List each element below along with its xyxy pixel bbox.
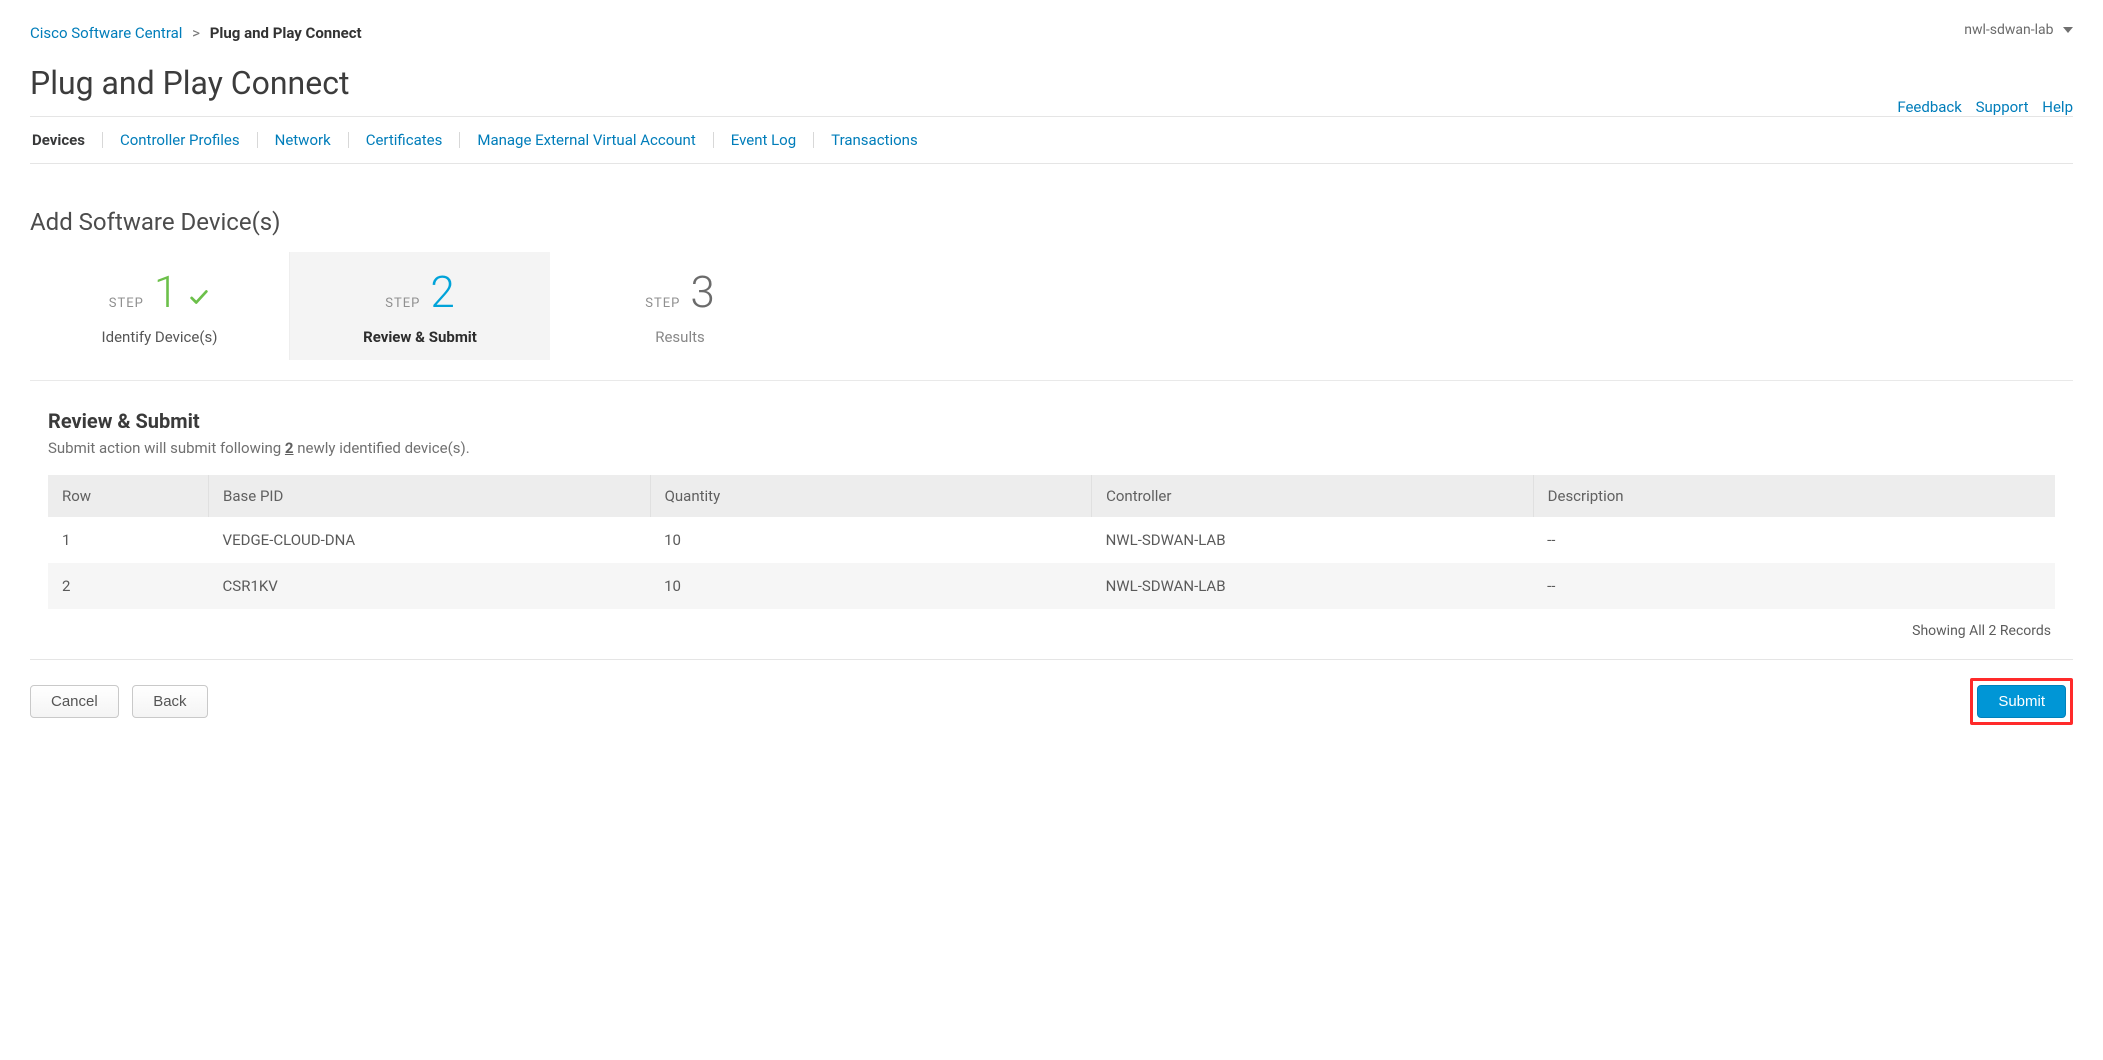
tab-transactions[interactable]: Transactions [829,131,920,149]
cell-base-pid: VEDGE-CLOUD-DNA [209,517,651,563]
wizard-title: Add Software Device(s) [30,208,2073,236]
cell-controller: NWL-SDWAN-LAB [1092,517,1534,563]
breadcrumb-separator: > [192,24,200,42]
tab-network[interactable]: Network [273,131,333,149]
cell-controller: NWL-SDWAN-LAB [1092,563,1534,609]
th-controller[interactable]: Controller [1092,475,1534,517]
wizard-steps: STEP 1 Identify Device(s) STEP 2 Review … [30,252,2073,381]
section-heading: Review & Submit [48,409,2055,433]
tab-certificates[interactable]: Certificates [364,131,445,149]
breadcrumb-current: Plug and Play Connect [210,24,362,42]
section-subtext: Submit action will submit following 2 ne… [48,439,2055,457]
tab-controller-profiles[interactable]: Controller Profiles [118,131,242,149]
step-3: STEP 3 Results [550,252,810,360]
feedback-link[interactable]: Feedback [1897,98,1962,116]
tab-divider [713,132,714,148]
tab-divider [813,132,814,148]
breadcrumb: Cisco Software Central > Plug and Play C… [30,24,2073,42]
step-name: Identify Device(s) [40,328,279,346]
back-button[interactable]: Back [132,685,207,718]
help-link[interactable]: Help [2042,98,2073,116]
cell-quantity: 10 [650,563,1092,609]
breadcrumb-root[interactable]: Cisco Software Central [30,24,182,42]
tab-devices[interactable]: Devices [30,131,87,149]
cell-quantity: 10 [650,517,1092,563]
tab-divider [459,132,460,148]
cancel-button[interactable]: Cancel [30,685,119,718]
devices-table: Row Base PID Quantity Controller Descrip… [48,475,2055,609]
cell-description: -- [1533,563,2055,609]
step-number: 2 [430,270,454,314]
checkmark-icon [188,286,210,308]
step-2[interactable]: STEP 2 Review & Submit [290,252,550,360]
submit-button[interactable]: Submit [1977,685,2066,718]
step-label: STEP [385,296,420,311]
section-subtext-count: 2 [285,439,294,457]
section-subtext-pre: Submit action will submit following [48,439,285,457]
table-row: 2 CSR1KV 10 NWL-SDWAN-LAB -- [48,563,2055,609]
tab-event-log[interactable]: Event Log [729,131,798,149]
cell-description: -- [1533,517,2055,563]
page-title: Plug and Play Connect [30,64,349,102]
table-row: 1 VEDGE-CLOUD-DNA 10 NWL-SDWAN-LAB -- [48,517,2055,563]
submit-highlight: Submit [1970,678,2073,725]
virtual-account-picker[interactable]: nwl-sdwan-lab [1964,22,2073,38]
virtual-account-name: nwl-sdwan-lab [1964,22,2053,38]
tab-divider [102,132,103,148]
th-description[interactable]: Description [1533,475,2055,517]
tab-divider [257,132,258,148]
table-header-row: Row Base PID Quantity Controller Descrip… [48,475,2055,517]
chevron-down-icon [2063,27,2073,33]
section-subtext-post: newly identified device(s). [294,439,470,457]
step-label: STEP [645,296,680,311]
tab-divider [348,132,349,148]
step-label: STEP [109,296,144,311]
tab-manage-external[interactable]: Manage External Virtual Account [475,131,697,149]
step-name: Results [560,328,800,346]
footer-bar: Cancel Back Submit [30,659,2073,725]
step-number: 1 [154,270,178,314]
support-link[interactable]: Support [1976,98,2029,116]
top-links: Feedback Support Help [1887,98,2073,116]
step-1[interactable]: STEP 1 Identify Device(s) [30,252,290,360]
th-row[interactable]: Row [48,475,209,517]
step-name: Review & Submit [300,328,540,346]
th-quantity[interactable]: Quantity [650,475,1092,517]
tab-bar: Devices Controller Profiles Network Cert… [30,117,2073,164]
cell-row: 1 [48,517,209,563]
records-note: Showing All 2 Records [48,623,2051,639]
cell-row: 2 [48,563,209,609]
cell-base-pid: CSR1KV [209,563,651,609]
th-base-pid[interactable]: Base PID [209,475,651,517]
step-number: 3 [690,270,714,314]
